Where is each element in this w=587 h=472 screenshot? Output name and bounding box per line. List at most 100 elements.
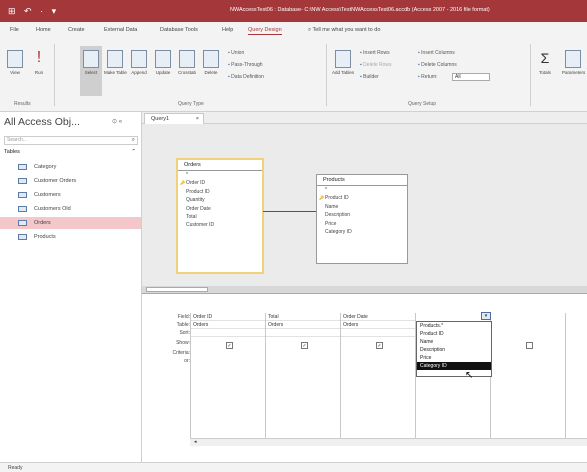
- grid-scrollbar[interactable]: ◂: [190, 438, 587, 446]
- union-button[interactable]: Union: [228, 50, 244, 56]
- data-definition-button[interactable]: Data Definition: [228, 74, 264, 80]
- window-title: NWAccessTest06 : Database- C:\NW Access\…: [230, 7, 490, 13]
- crosstab-button[interactable]: Crosstab: [176, 50, 198, 75]
- field-item[interactable]: Name: [317, 203, 407, 211]
- tell-me-text: Tell me what you want to do: [312, 27, 381, 33]
- nav-pane-title[interactable]: All Access Obj...: [4, 116, 80, 128]
- field-item[interactable]: Product ID: [317, 194, 407, 202]
- table-cell[interactable]: Orders: [266, 321, 341, 329]
- nav-item-customer-orders[interactable]: Customer Orders: [0, 175, 141, 187]
- parameters-button[interactable]: Parameters: [562, 50, 585, 75]
- tab-database-tools[interactable]: Database Tools: [160, 27, 198, 33]
- field-cell[interactable]: Total: [266, 313, 341, 321]
- dropdown-option[interactable]: Price: [417, 354, 491, 362]
- field-item[interactable]: Description: [317, 211, 407, 219]
- make-table-button[interactable]: Make Table: [104, 50, 127, 75]
- field-dropdown-button[interactable]: ▾: [481, 312, 491, 320]
- grid-column[interactable]: [490, 313, 565, 440]
- nav-item-customers[interactable]: Customers: [0, 189, 141, 201]
- row-label-table: Table:: [176, 322, 190, 328]
- nav-item-label: Products: [34, 234, 56, 240]
- field-item[interactable]: Category ID: [317, 228, 407, 236]
- delete-rows-button[interactable]: Delete Rows: [360, 62, 391, 68]
- nav-item-orders[interactable]: Orders: [0, 217, 141, 229]
- field-item[interactable]: Order ID: [178, 179, 262, 187]
- pass-through-button[interactable]: Pass-Through: [228, 62, 262, 68]
- select-query-button[interactable]: Select: [80, 46, 102, 96]
- tab-query1[interactable]: Query1 ×: [144, 113, 204, 124]
- field-item[interactable]: Price: [317, 220, 407, 228]
- scroll-left-icon[interactable]: ◂: [194, 439, 197, 445]
- field-item[interactable]: Customer ID: [178, 221, 262, 229]
- field-item[interactable]: Product ID: [178, 188, 262, 196]
- return-select[interactable]: All: [452, 73, 490, 81]
- nav-item-products[interactable]: Products: [0, 231, 141, 243]
- builder-button[interactable]: Builder: [360, 74, 379, 80]
- field-item[interactable]: Total: [178, 213, 262, 221]
- table-cell[interactable]: Orders: [191, 321, 266, 329]
- design-pane-scrollbar[interactable]: [142, 286, 587, 293]
- row-label-or: or:: [184, 358, 190, 364]
- append-button[interactable]: Append: [128, 50, 150, 75]
- join-line[interactable]: [263, 211, 316, 212]
- dropdown-option[interactable]: Name: [417, 338, 491, 346]
- dropdown-option-highlighted[interactable]: Category ID: [417, 362, 491, 370]
- delete-columns-button[interactable]: Delete Columns: [418, 62, 457, 68]
- add-tables-button[interactable]: Add Tables: [332, 50, 354, 75]
- show-checkbox[interactable]: [526, 342, 533, 349]
- table-cell[interactable]: Orders: [341, 321, 416, 329]
- field-item[interactable]: Order Date: [178, 205, 262, 213]
- delete-query-button[interactable]: Delete: [200, 50, 222, 75]
- dropdown-option[interactable]: Products.*: [417, 322, 491, 330]
- nav-search-input[interactable]: Search... ⌕: [4, 136, 138, 145]
- sort-cell[interactable]: [191, 329, 266, 337]
- add-tables-label: Add Tables: [332, 70, 355, 75]
- orders-table-box[interactable]: Orders * Order ID Product ID Quantity Or…: [176, 158, 264, 274]
- tab-help[interactable]: Help: [222, 27, 233, 33]
- show-checkbox[interactable]: ✓: [301, 342, 308, 349]
- field-item[interactable]: *: [317, 186, 407, 194]
- nav-item-label: Orders: [34, 220, 51, 226]
- scrollbar-thumb[interactable]: [146, 287, 208, 292]
- grid-column[interactable]: Order ID Orders: [190, 313, 266, 440]
- totals-button[interactable]: Σ Totals: [534, 50, 556, 75]
- dropdown-option[interactable]: Product ID: [417, 330, 491, 338]
- grid-column[interactable]: [565, 313, 587, 440]
- quick-access-toolbar[interactable]: ⊞ ↶ · ▾: [8, 6, 59, 17]
- products-table-box[interactable]: Products * Product ID Name Description P…: [316, 174, 408, 264]
- tab-query-design[interactable]: Query Design: [248, 27, 282, 35]
- grid-column[interactable]: Total Orders: [265, 313, 341, 440]
- title-bar: ⊞ ↶ · ▾ NWAccessTest06 : Database- C:\NW…: [0, 0, 587, 22]
- field-cell[interactable]: Order ID: [191, 313, 266, 321]
- insert-rows-button[interactable]: Insert Rows: [360, 50, 389, 56]
- nav-item-customers-old[interactable]: Customers Old: [0, 203, 141, 215]
- grid-column[interactable]: Order Date Orders: [340, 313, 416, 440]
- tables-group-header[interactable]: Tables ⌃: [4, 149, 138, 155]
- nav-pane-controls[interactable]: ⊙ «: [112, 118, 122, 125]
- insert-columns-button[interactable]: Insert Columns: [418, 50, 455, 56]
- update-button[interactable]: Update: [152, 50, 174, 75]
- tab-external-data[interactable]: External Data: [104, 27, 137, 33]
- make-table-icon: [107, 50, 123, 68]
- tab-home[interactable]: Home: [36, 27, 51, 33]
- make-table-label: Make Table: [104, 70, 127, 75]
- navigation-pane: All Access Obj... ⊙ « Search... ⌕ Tables ⌃…: [0, 112, 142, 462]
- nav-item-category[interactable]: Category: [0, 161, 141, 173]
- show-checkbox[interactable]: ✓: [226, 342, 233, 349]
- sort-cell[interactable]: [341, 329, 416, 337]
- field-item[interactable]: Quantity: [178, 196, 262, 204]
- tab-file[interactable]: File: [10, 27, 19, 33]
- show-checkbox[interactable]: ✓: [376, 342, 383, 349]
- tab-create[interactable]: Create: [68, 27, 85, 33]
- tell-me-search[interactable]: ⌕ Tell me what you want to do: [308, 27, 380, 34]
- close-icon[interactable]: ×: [196, 116, 199, 122]
- sort-cell[interactable]: [266, 329, 341, 337]
- orders-table-title[interactable]: Orders: [178, 160, 262, 171]
- field-cell[interactable]: Order Date: [341, 313, 416, 321]
- field-dropdown-list[interactable]: Products.* Product ID Name Description P…: [416, 321, 492, 377]
- dropdown-option[interactable]: Description: [417, 346, 491, 354]
- products-table-title[interactable]: Products: [317, 175, 407, 186]
- field-item[interactable]: *: [178, 171, 262, 179]
- run-button[interactable]: ! Run: [28, 50, 50, 76]
- view-button[interactable]: View: [4, 50, 26, 75]
